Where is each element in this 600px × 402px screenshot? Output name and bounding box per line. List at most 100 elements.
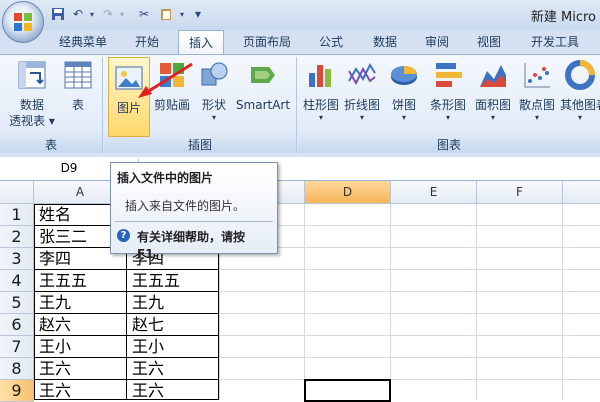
group-tables-label: 表 [0,137,102,153]
smartart-icon [247,59,279,91]
worksheet-grid[interactable]: A B C D E F 1 2 3 4 5 6 7 8 9 姓名 称 张三二 李… [0,181,600,402]
tooltip-divider [115,221,273,222]
line-chart-button[interactable]: 折线图 ▾ [342,59,382,135]
smartart-button[interactable]: SmartArt [234,59,292,135]
area-chart-label: 面积图 [474,98,511,112]
cell-b9[interactable]: 王六 [128,380,218,401]
row-header-4[interactable]: 4 [0,270,34,292]
group-tables: 数据 透视表 ▾ 表 表 [0,57,103,153]
tab-home[interactable]: 开始 [124,32,170,52]
shapes-label: 形状 [201,98,226,112]
row-header-3[interactable]: 3 [0,248,34,270]
annotation-arrow-icon [138,62,193,98]
save-icon[interactable] [50,6,66,22]
cell-a6[interactable]: 赵六 [35,314,125,335]
cell-a9[interactable]: 王六 [35,380,125,401]
tooltip-description: 插入来自文件的图片。 [125,199,246,213]
row-header-5[interactable]: 5 [0,292,34,314]
row-header-9[interactable]: 9 [0,380,34,402]
pivot-table-button[interactable]: 数据 透视表 ▾ [6,59,58,135]
other-charts-label: 其他图表 [560,98,600,112]
tab-view[interactable]: 视图 [466,32,512,52]
select-all-corner[interactable] [0,181,34,204]
format-painter-icon[interactable]: ✂ [136,6,152,22]
pivot-table-label-1: 数据 [19,98,44,112]
office-logo-icon [14,13,32,31]
other-charts-button[interactable]: 其他图表 ▾ [560,59,600,135]
bar-chart-label: 条形图 [429,98,466,112]
column-header-g[interactable] [563,181,600,204]
title-bar: ↶ ▾ ↷ ▾ ✂ ▾ ▾ 新建 Micro [0,0,600,43]
cell-a5[interactable]: 王九 [35,292,125,313]
shapes-button[interactable]: 形状 ▾ [196,59,232,135]
column-header-d[interactable]: D [305,181,391,204]
customize-toolbar-icon[interactable]: ▾ [190,6,206,22]
cell-b5[interactable]: 王九 [128,292,218,313]
column-header-e[interactable]: E [391,181,477,204]
area-chart-button[interactable]: 面积图 ▾ [472,59,514,135]
row-header-7[interactable]: 7 [0,336,34,358]
ribbon-tabs: 经典菜单 开始 插入 页面布局 公式 数据 审阅 视图 开发工具 [0,30,600,55]
cell-a4[interactable]: 王五五 [35,270,125,291]
pivot-table-icon [16,59,48,91]
paste-dropdown-icon[interactable]: ▾ [174,6,190,22]
tab-developer[interactable]: 开发工具 [520,32,590,52]
column-chart-icon [305,59,337,91]
group-charts-label: 图表 [298,137,600,153]
pie-chart-dropdown-icon: ▾ [401,113,406,122]
line-chart-label: 折线图 [343,98,380,112]
area-chart-icon [477,59,509,91]
scatter-chart-dropdown-icon: ▾ [534,113,539,122]
cell-a7[interactable]: 王小 [35,336,125,357]
pivot-table-label-2: 透视表 ▾ [9,114,55,128]
scatter-chart-label: 散点图 [518,98,555,112]
tab-insert[interactable]: 插入 [178,30,224,55]
column-header-f[interactable]: F [477,181,563,204]
table-label: 表 [71,98,84,112]
line-chart-dropdown-icon: ▾ [359,113,364,122]
window-title: 新建 Micro [530,10,596,25]
formula-bar: D9 [0,157,600,181]
tab-review[interactable]: 审阅 [414,32,460,52]
office-button[interactable] [2,1,44,43]
undo-dropdown-icon[interactable]: ▾ [84,6,100,22]
table-icon [62,59,94,91]
area-chart-dropdown-icon: ▾ [490,113,495,122]
bar-chart-icon [432,59,464,91]
scatter-chart-button[interactable]: 散点图 ▾ [516,59,558,135]
other-charts-icon [564,59,596,91]
other-charts-dropdown-icon: ▾ [577,113,582,122]
bar-chart-button[interactable]: 条形图 ▾ [426,59,470,135]
ribbon: 数据 透视表 ▾ 表 表 图片 剪贴画 形状 ▾ SmartArt 插图 柱形图… [0,54,600,158]
bar-chart-dropdown-icon: ▾ [445,113,450,122]
cell-b4[interactable]: 王五五 [128,270,218,291]
group-charts: 柱形图 ▾ 折线图 ▾ 饼图 ▾ 条形图 ▾ 面积图 ▾ 散点图 ▾ 其他图 ▾… [298,57,600,153]
tab-formulas[interactable]: 公式 [308,32,354,52]
row-header-2[interactable]: 2 [0,226,34,248]
help-icon: ? [117,229,130,242]
picture-tooltip: 插入文件中的图片 插入来自文件的图片。 ? 有关详细帮助，请按 F1。 [110,162,278,261]
shapes-icon [198,59,230,91]
tooltip-help-text: 有关详细帮助，请按 F1。 [137,230,246,261]
cell-a8[interactable]: 王六 [35,358,125,379]
row-header-6[interactable]: 6 [0,314,34,336]
pivot-table-label-2-text: 透视表 [9,114,46,128]
tab-page-layout[interactable]: 页面布局 [232,32,302,52]
pie-chart-button[interactable]: 饼图 ▾ [386,59,422,135]
active-cell-d9[interactable] [304,379,391,402]
scatter-chart-icon [521,59,553,91]
row-header-1[interactable]: 1 [0,204,34,226]
row-header-8[interactable]: 8 [0,358,34,380]
table-button[interactable]: 表 [60,59,96,135]
smartart-label: SmartArt [235,98,291,112]
tab-classic-menu[interactable]: 经典菜单 [52,32,114,52]
pie-chart-icon [388,59,420,91]
group-illustrations-label: 插图 [104,137,296,153]
column-chart-button[interactable]: 柱形图 ▾ [302,59,340,135]
paste-icon[interactable] [158,6,174,22]
cell-b8[interactable]: 王六 [128,358,218,379]
redo-dropdown-icon[interactable]: ▾ [114,6,130,22]
tab-data[interactable]: 数据 [362,32,408,52]
cell-b7[interactable]: 王小 [128,336,218,357]
cell-b6[interactable]: 赵七 [128,314,218,335]
